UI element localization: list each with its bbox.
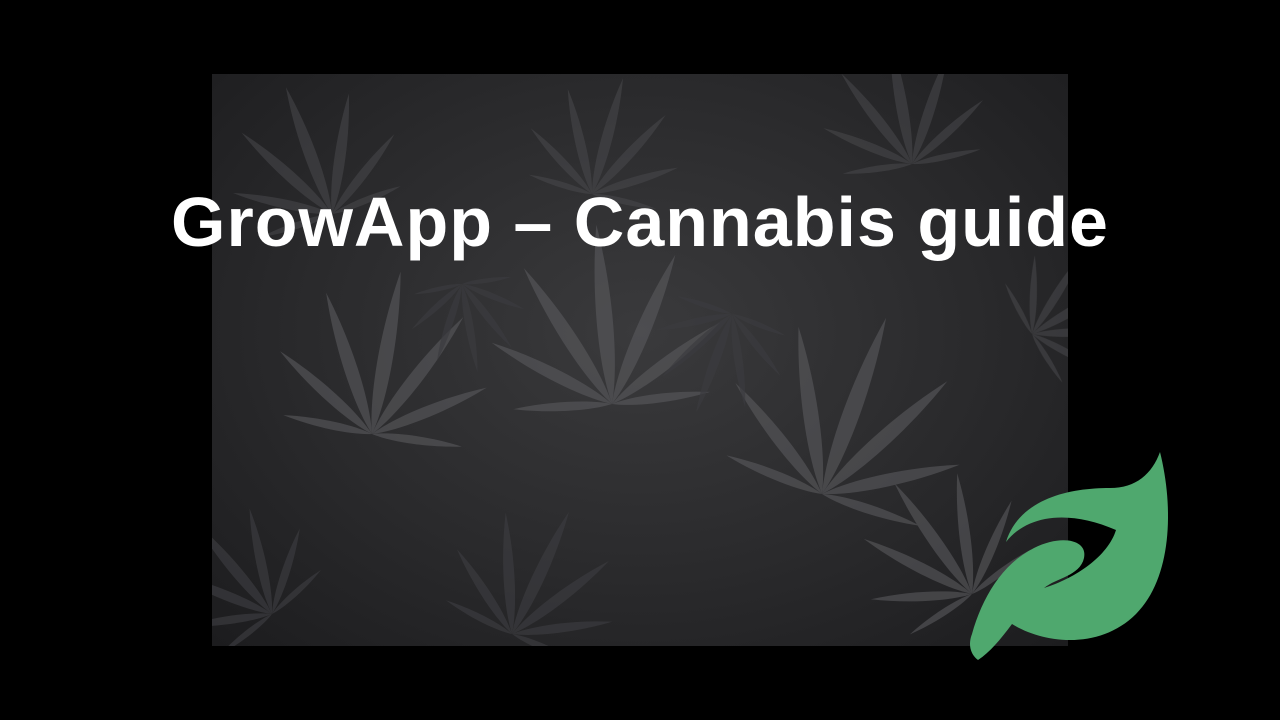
slide-title: GrowApp – Cannabis guide bbox=[171, 183, 1109, 261]
cannabis-leaves-illustration bbox=[212, 74, 1068, 646]
slide: GrowApp – Cannabis guide bbox=[0, 0, 1280, 720]
cannabis-leaves-photo bbox=[212, 74, 1068, 646]
leaf-icon bbox=[970, 452, 1169, 660]
